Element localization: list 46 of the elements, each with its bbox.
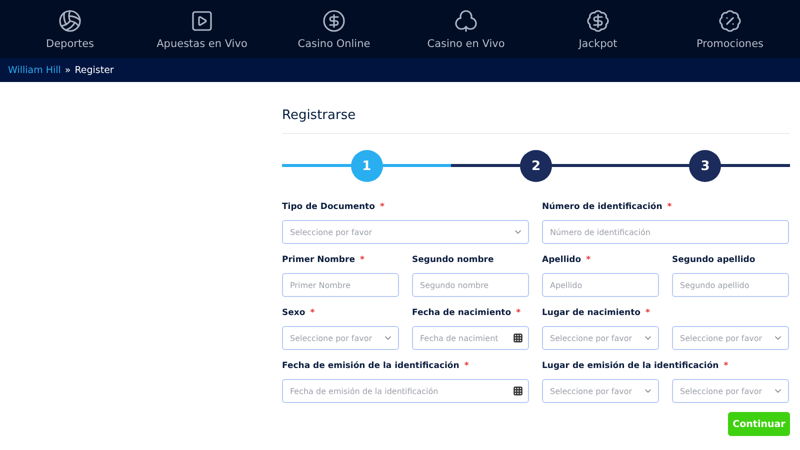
input-field[interactable]: Apellido xyxy=(542,273,659,297)
field-label: Segundo nombre xyxy=(412,255,494,267)
input-field[interactable]: Primer Nombre xyxy=(282,273,399,297)
club-icon xyxy=(454,8,478,32)
field-label: Lugar de emisión de la identificación * xyxy=(542,361,728,373)
field-label: Sexo * xyxy=(282,308,315,320)
field-label: Segundo apellido xyxy=(672,255,756,267)
breadcrumb-current: Register xyxy=(74,64,114,76)
step-circle: 1 xyxy=(350,150,383,182)
breadcrumb-separator: » xyxy=(64,64,71,76)
field-label: Número de identificación * xyxy=(542,202,672,214)
input-field[interactable]: Número de identificación xyxy=(542,220,789,244)
input-field[interactable]: Segundo nombre xyxy=(412,273,529,297)
calendar-grid-icon xyxy=(513,386,523,396)
continue-button[interactable]: Continuar xyxy=(728,412,790,436)
field-label: Primer Nombre * xyxy=(282,255,364,267)
page-title: Registrarse xyxy=(282,108,790,134)
field-label: Tipo de Documento * xyxy=(282,202,384,214)
select-field[interactable]: Seleccione por favor xyxy=(672,326,789,350)
field-label: Lugar de nacimiento * xyxy=(542,308,650,320)
nav-item[interactable]: Casino en Vivo xyxy=(401,8,531,50)
input-field[interactable]: Segundo apellido xyxy=(672,273,789,297)
select-field[interactable]: Seleccione por favor xyxy=(672,379,789,403)
step-circle: 3 xyxy=(689,150,722,182)
breadcrumb-link[interactable]: William Hill xyxy=(8,64,61,76)
nav-item[interactable]: Promociones xyxy=(665,8,795,50)
nav-item[interactable]: Deportes xyxy=(5,8,135,50)
select-field[interactable]: Seleccione por favor xyxy=(282,326,399,350)
nav-item[interactable]: Jackpot xyxy=(533,8,663,50)
step-circle: 2 xyxy=(520,150,552,182)
nav-item[interactable]: Apuestas en Vivo xyxy=(137,8,267,50)
play-icon xyxy=(190,8,214,32)
percent-badge-icon xyxy=(718,8,742,32)
select-field[interactable]: Seleccione por favor xyxy=(282,220,529,244)
ball-icon xyxy=(58,8,82,32)
field-label: Fecha de nacimiento * xyxy=(412,308,521,320)
calendar-grid-icon xyxy=(513,333,523,343)
select-field[interactable]: Seleccione por favor xyxy=(542,379,659,403)
field-label: Apellido * xyxy=(542,255,591,267)
select-field[interactable]: Seleccione por favor xyxy=(542,326,659,350)
dollar-coin-icon xyxy=(322,8,346,32)
dollar-badge-icon xyxy=(586,8,610,32)
field-label: Fecha de emisión de la identificación * xyxy=(282,361,469,373)
date-field[interactable]: Fecha de emisión de la identificación xyxy=(282,379,529,403)
date-field[interactable]: Fecha de nacimient xyxy=(412,326,529,350)
nav-item[interactable]: Casino Online xyxy=(269,8,399,50)
